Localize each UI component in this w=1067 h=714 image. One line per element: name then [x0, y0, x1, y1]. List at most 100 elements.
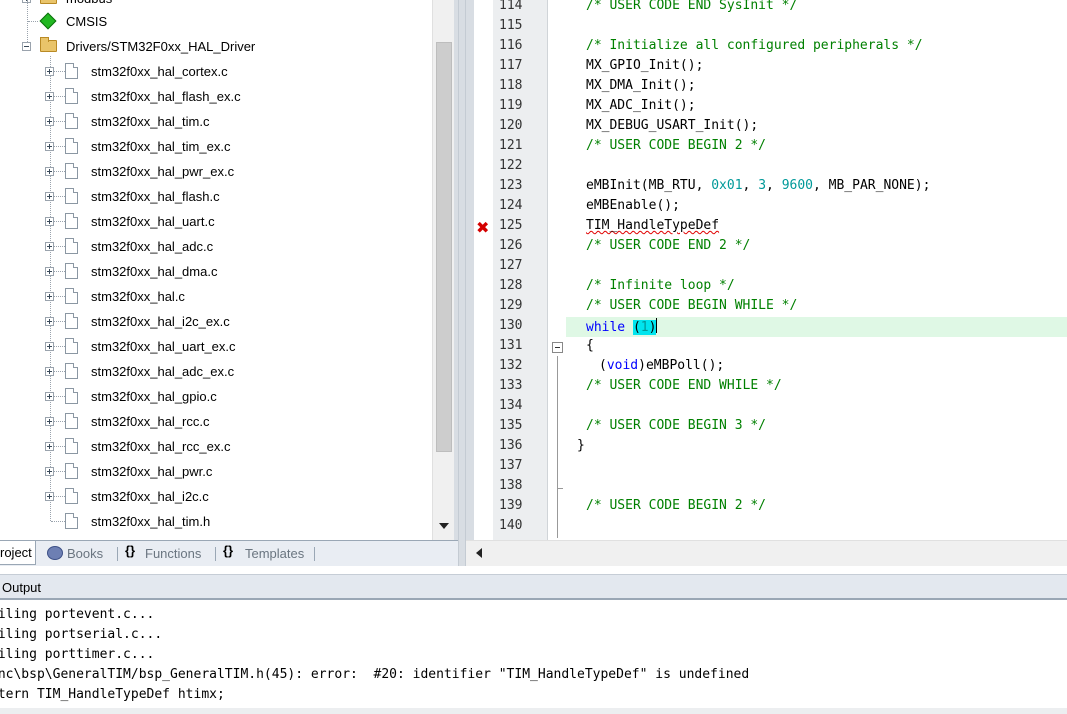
expand-icon[interactable] — [45, 217, 54, 226]
expand-icon[interactable] — [45, 367, 54, 376]
code-line[interactable]: 128 /* Infinite loop */ — [466, 277, 1067, 297]
code-line[interactable]: 124 eMBEnable(); — [466, 197, 1067, 217]
expand-icon[interactable] — [45, 242, 54, 251]
expand-icon[interactable] — [45, 317, 54, 326]
line-number: 122 — [499, 158, 523, 173]
tree-file-row[interactable]: stm32f0xx_hal_uart_ex.c — [0, 334, 432, 359]
output-line[interactable]: piling portevent.c... — [0, 607, 154, 627]
code-line[interactable]: 126 /* USER CODE END 2 */ — [466, 237, 1067, 257]
code-text: /* USER CODE BEGIN 3 */ — [586, 418, 766, 433]
code-token: , — [766, 178, 782, 193]
project-tree-panel: modbus CMSIS Drivers/STM32F0xx_HAL_Drive… — [0, 0, 458, 540]
code-line[interactable]: 130 while (1) — [466, 317, 1067, 337]
panel-splitter[interactable] — [458, 0, 466, 566]
expand-icon[interactable] — [45, 142, 54, 151]
output-line[interactable]: piling portserial.c... — [0, 627, 162, 647]
expand-icon[interactable] — [45, 492, 54, 501]
tab-books[interactable]: Books — [67, 544, 103, 565]
editor-horizontal-scrollbar[interactable] — [466, 540, 1067, 566]
scroll-left-arrow-icon[interactable] — [476, 548, 482, 558]
expand-icon[interactable] — [45, 467, 54, 476]
open-folder-icon — [40, 37, 57, 52]
scroll-down-arrow-icon[interactable] — [439, 523, 449, 529]
output-line[interactable]: xtern TIM_HandleTypeDef htimx; — [0, 687, 225, 707]
tree-file-row[interactable]: stm32f0xx_hal_uart.c — [0, 209, 432, 234]
tree-file-row[interactable]: stm32f0xx_hal_cortex.c — [0, 59, 432, 84]
fold-end-marker — [557, 488, 563, 489]
collapse-icon[interactable] — [22, 42, 31, 51]
file-icon — [65, 388, 78, 404]
tab-templates[interactable]: Templates — [245, 544, 304, 565]
expand-icon[interactable] — [45, 342, 54, 351]
tree-file-row[interactable]: stm32f0xx_hal_flash_ex.c — [0, 84, 432, 109]
line-number: 135 — [499, 418, 523, 433]
expand-icon[interactable] — [45, 267, 54, 276]
code-line[interactable]: 120 MX_DEBUG_USART_Init(); — [466, 117, 1067, 137]
tree-file-row[interactable]: stm32f0xx_hal_tim.c — [0, 109, 432, 134]
scrollbar-thumb[interactable] — [436, 42, 452, 452]
code-line[interactable]: 131 { — [466, 337, 1067, 357]
code-line[interactable]: 123 eMBInit(MB_RTU, 0x01, 3, 9600, MB_PAR… — [466, 177, 1067, 197]
expand-icon[interactable] — [45, 417, 54, 426]
line-number: 137 — [499, 458, 523, 473]
code-token: ) — [648, 320, 657, 335]
code-token: /* USER CODE END 2 */ — [586, 238, 751, 253]
expand-icon[interactable] — [45, 392, 54, 401]
code-line[interactable]: 119 MX_ADC_Init(); — [466, 97, 1067, 117]
code-text: /* USER CODE BEGIN WHILE */ — [586, 298, 797, 313]
code-line[interactable]: 117 MX_GPIO_Init(); — [466, 57, 1067, 77]
code-line[interactable]: 115 — [466, 17, 1067, 37]
tab-project[interactable]: roject — [0, 541, 36, 565]
expand-icon[interactable] — [45, 67, 54, 76]
tree-file-row[interactable]: stm32f0xx_hal_rcc.c — [0, 409, 432, 434]
output-line[interactable]: Inc\bsp\GeneralTIM/bsp_GeneralTIM.h(45):… — [0, 667, 749, 687]
file-icon — [65, 263, 78, 279]
file-icon — [65, 488, 78, 504]
tree-file-row[interactable]: stm32f0xx_hal_pwr_ex.c — [0, 159, 432, 184]
code-token: /* USER CODE BEGIN 2 */ — [586, 138, 767, 153]
code-line[interactable]: ✖ 125 TIM_HandleTypeDef — [466, 217, 1067, 237]
tree-file-row[interactable]: stm32f0xx_hal_pwr.c — [0, 459, 432, 484]
tree-file-label: stm32f0xx_hal_uart_ex.c — [91, 339, 236, 354]
tree-file-row[interactable]: stm32f0xx_hal_adc.c — [0, 234, 432, 259]
tree-file-row[interactable]: stm32f0xx_hal_gpio.c — [0, 384, 432, 409]
tree-file-row[interactable]: stm32f0xx_hal_rcc_ex.c — [0, 434, 432, 459]
tree-vertical-scrollbar[interactable] — [432, 0, 454, 540]
code-text: MX_DMA_Init(); — [586, 78, 696, 93]
code-line[interactable]: 116 /* Initialize all configured peripher… — [466, 37, 1067, 57]
tree-row-cmsis[interactable]: CMSIS — [0, 9, 432, 34]
tree-row-drivers-folder[interactable]: Drivers/STM32F0xx_HAL_Driver — [0, 34, 432, 59]
code-line[interactable]: 122 — [466, 157, 1067, 177]
code-text: MX_DEBUG_USART_Init(); — [586, 118, 758, 133]
expand-icon[interactable] — [45, 92, 54, 101]
tree-file-row[interactable]: stm32f0xx_hal_adc_ex.c — [0, 359, 432, 384]
tab-functions[interactable]: Functions — [145, 544, 201, 565]
line-number: 123 — [499, 178, 523, 193]
expand-icon[interactable] — [45, 117, 54, 126]
tree-file-row[interactable]: stm32f0xx_hal_tim_ex.c — [0, 134, 432, 159]
file-icon — [65, 213, 78, 229]
tab-separator — [117, 547, 118, 561]
code-line[interactable]: 129 /* USER CODE BEGIN WHILE */ — [466, 297, 1067, 317]
code-line[interactable]: 118 MX_DMA_Init(); — [466, 77, 1067, 97]
error-marker-icon[interactable]: ✖ — [476, 218, 489, 237]
code-line[interactable]: 127 — [466, 257, 1067, 277]
tree-file-label: stm32f0xx_hal_pwr_ex.c — [91, 164, 235, 179]
expand-icon[interactable] — [45, 192, 54, 201]
expand-icon[interactable] — [45, 292, 54, 301]
tree-file-row[interactable]: stm32f0xx_hal_i2c.c — [0, 484, 432, 509]
tree-file-row[interactable]: stm32f0xx_hal.c — [0, 284, 432, 309]
expand-icon[interactable] — [45, 167, 54, 176]
code-line[interactable]: 121 /* USER CODE BEGIN 2 */ — [466, 137, 1067, 157]
code-editor[interactable]: 114 /* USER CODE END SysInit */ 115 116 /* I… — [466, 0, 1067, 566]
code-text: (void)eMBPoll(); — [599, 358, 724, 373]
collapse-block-icon[interactable] — [552, 342, 563, 353]
tree-file-row[interactable]: stm32f0xx_hal_dma.c — [0, 259, 432, 284]
output-line[interactable]: piling porttimer.c... — [0, 647, 154, 667]
tree-file-row[interactable]: stm32f0xx_hal_flash.c — [0, 184, 432, 209]
line-number: 139 — [499, 498, 523, 513]
tree-file-row[interactable]: stm32f0xx_hal_i2c_ex.c — [0, 309, 432, 334]
code-line[interactable]: 114 /* USER CODE END SysInit */ — [466, 0, 1067, 17]
expand-icon[interactable] — [45, 442, 54, 451]
tree-file-row[interactable]: stm32f0xx_hal_tim.h — [0, 509, 432, 534]
